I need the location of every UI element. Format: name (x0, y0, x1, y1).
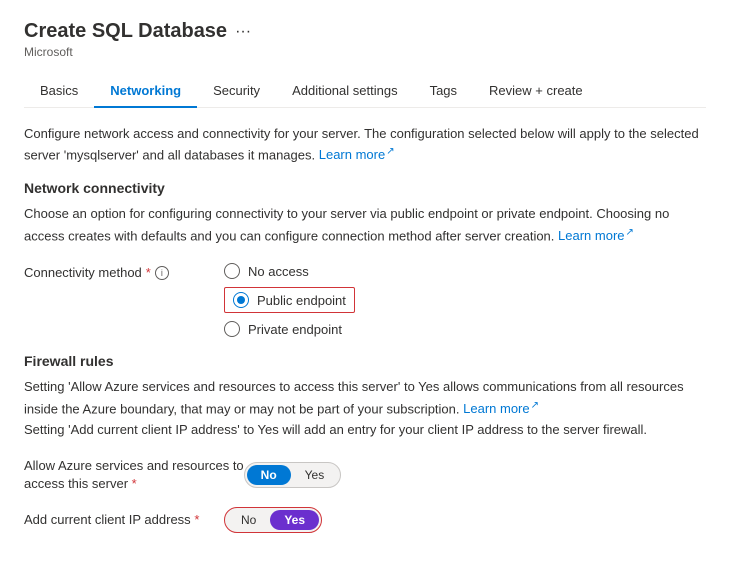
radio-private-endpoint-label: Private endpoint (248, 322, 342, 337)
learn-more-link-2[interactable]: Learn more↗ (558, 228, 634, 243)
radio-no-access[interactable]: No access (224, 263, 355, 279)
radio-public-endpoint-label: Public endpoint (257, 293, 346, 308)
external-link-icon-1: ↗ (386, 144, 394, 159)
allow-azure-required: * (132, 476, 137, 491)
network-connectivity-desc: Choose an option for configuring connect… (24, 204, 706, 247)
tab-navigation: Basics Networking Security Additional se… (24, 75, 706, 108)
allow-azure-yes-btn[interactable]: Yes (291, 465, 339, 485)
tab-networking[interactable]: Networking (94, 75, 197, 108)
radio-no-access-input[interactable] (224, 263, 240, 279)
intro-description: Configure network access and connectivit… (24, 124, 706, 164)
required-indicator: * (146, 265, 151, 280)
tab-additional-settings[interactable]: Additional settings (276, 75, 414, 108)
firewall-desc-1: Setting 'Allow Azure services and resour… (24, 377, 706, 441)
allow-azure-no-btn[interactable]: No (247, 465, 291, 485)
add-client-ip-required: * (194, 512, 199, 527)
external-link-icon-2: ↗ (626, 225, 634, 241)
add-client-ip-row: Add current client IP address * No Yes (24, 507, 706, 533)
network-connectivity-title: Network connectivity (24, 180, 706, 196)
radio-no-access-label: No access (248, 264, 309, 279)
radio-public-endpoint[interactable]: Public endpoint (224, 287, 355, 313)
add-client-ip-yes-btn[interactable]: Yes (270, 510, 319, 530)
tab-tags[interactable]: Tags (414, 75, 473, 108)
firewall-rules-title: Firewall rules (24, 353, 706, 369)
tab-security[interactable]: Security (197, 75, 276, 108)
external-link-icon-3: ↗ (531, 398, 539, 414)
allow-azure-row: Allow Azure services and resources to ac… (24, 457, 706, 493)
add-client-ip-label: Add current client IP address * (24, 511, 224, 529)
ellipsis-menu-icon[interactable]: ··· (235, 23, 251, 41)
info-icon[interactable]: i (155, 266, 169, 280)
firewall-rules-section: Firewall rules Setting 'Allow Azure serv… (24, 353, 706, 533)
tab-review-create[interactable]: Review + create (473, 75, 599, 108)
add-client-ip-toggle[interactable]: No Yes (224, 507, 322, 533)
add-client-ip-no-btn[interactable]: No (227, 510, 270, 530)
learn-more-link-3[interactable]: Learn more↗ (463, 401, 539, 416)
connectivity-options: No access Public endpoint Private endpoi… (224, 263, 355, 337)
connectivity-method-row: Connectivity method * i No access Public… (24, 263, 706, 337)
radio-private-endpoint-input[interactable] (224, 321, 240, 337)
allow-azure-label: Allow Azure services and resources to ac… (24, 457, 244, 493)
allow-azure-toggle[interactable]: No Yes (244, 462, 342, 488)
connectivity-method-label: Connectivity method * i (24, 263, 224, 280)
page-subtitle: Microsoft (24, 45, 706, 59)
radio-public-endpoint-input[interactable] (233, 292, 249, 308)
radio-private-endpoint[interactable]: Private endpoint (224, 321, 355, 337)
page-title: Create SQL Database (24, 20, 227, 43)
tab-basics[interactable]: Basics (24, 75, 94, 108)
learn-more-link-1[interactable]: Learn more↗ (319, 147, 395, 162)
